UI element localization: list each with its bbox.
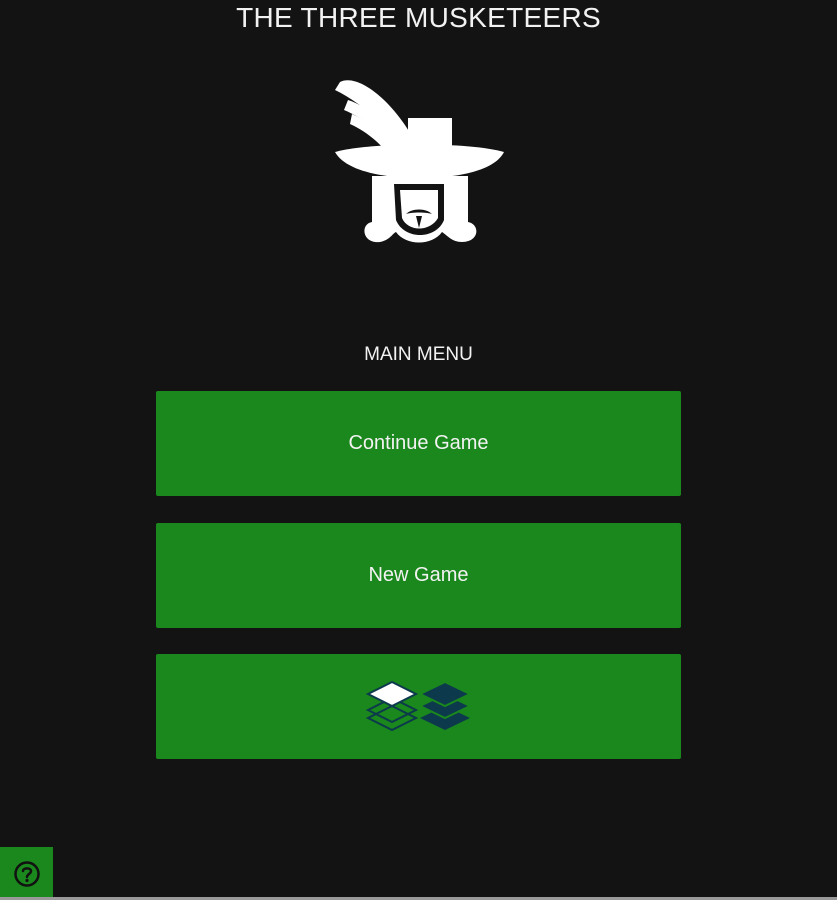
continue-game-button[interactable]: Continue Game xyxy=(156,391,681,496)
new-game-label: New Game xyxy=(368,564,469,586)
new-game-button[interactable]: New Game xyxy=(156,523,681,628)
help-button[interactable] xyxy=(0,847,53,900)
game-title: THE THREE MUSKETEERS xyxy=(236,2,601,33)
continue-game-label: Continue Game xyxy=(348,432,489,454)
main-menu-screen: THE THREE MUSKETEERS MAIN MENU Continue … xyxy=(0,0,837,900)
menu-heading: MAIN MENU xyxy=(364,344,473,365)
musketeer-logo-icon xyxy=(335,80,504,243)
help-circle-icon xyxy=(13,860,40,887)
theme-layers-icon xyxy=(365,680,472,731)
theme-toggle-button[interactable] xyxy=(156,654,681,759)
